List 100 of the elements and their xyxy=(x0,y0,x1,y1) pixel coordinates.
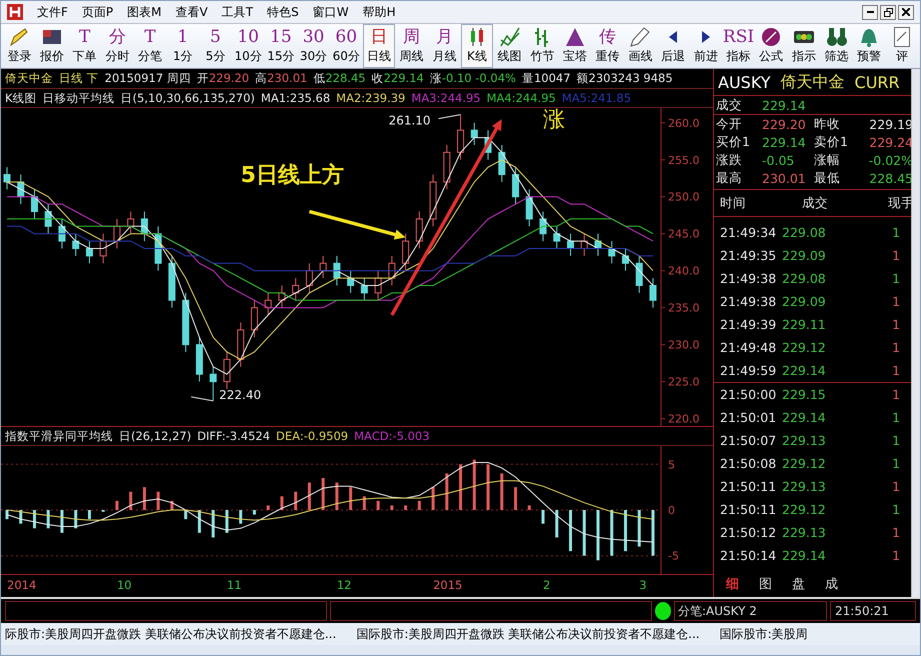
tick-price: 229.14 xyxy=(782,363,827,378)
candlestick xyxy=(154,226,162,272)
candlestick xyxy=(250,300,258,338)
tick-volume: 1 xyxy=(891,479,900,494)
indicator-params: 日(5,10,30,66,135,270) xyxy=(120,90,255,106)
axis-label: 0 xyxy=(668,504,675,517)
macd-bar xyxy=(212,510,215,538)
toolbar-button[interactable]: K线 xyxy=(460,24,494,68)
toolbar-button[interactable]: 周 周线 xyxy=(395,24,428,68)
tick-time: 21:50:07 xyxy=(720,433,778,448)
macd-bar xyxy=(418,500,421,510)
candlestick xyxy=(168,255,176,308)
panel-tab[interactable]: 细 xyxy=(724,575,742,593)
menu-item[interactable]: 帮助H xyxy=(362,4,396,20)
panel-tab[interactable]: 盘 xyxy=(790,575,808,593)
candlestick xyxy=(127,211,134,234)
quote-value: 230.01 xyxy=(762,170,807,186)
toolbar-button[interactable]: 报价 xyxy=(36,24,68,68)
axis-label: 235.0 xyxy=(668,302,700,315)
right-triangle-icon xyxy=(702,31,710,43)
macd-bar xyxy=(322,478,325,510)
macd-bar xyxy=(555,510,558,538)
instrument-name: 倚天中金 xyxy=(5,71,53,86)
macd-bar xyxy=(115,500,118,510)
tick-time: 21:49:34 xyxy=(720,225,778,240)
toolbar-button[interactable]: 评 xyxy=(886,24,918,68)
toolbar-button[interactable]: 指示 xyxy=(788,24,820,68)
panel-tab[interactable]: 图 xyxy=(757,575,774,593)
news-ticker-item[interactable]: 国际股市:美股周四开盘微跌 美联储公布决议前投资者不愿建仓... xyxy=(356,626,700,642)
toolbar-button[interactable]: 5 5分 xyxy=(199,24,232,68)
news-ticker-item[interactable]: 际股市:美股周四开盘微跌 美联储公布决议前投资者不愿建仓... xyxy=(5,626,336,642)
menu-item[interactable]: 页面P xyxy=(82,4,114,20)
macd-bar xyxy=(184,510,188,520)
tick-price: 229.11 xyxy=(782,317,827,332)
toolbar-button[interactable]: T 下单 xyxy=(68,24,102,68)
tick-price: 229.12 xyxy=(782,502,827,517)
toolbar-glyph-icon: 日 xyxy=(370,27,388,47)
minimize-icon xyxy=(866,11,874,13)
tick-price: 229.12 xyxy=(782,340,827,355)
toolbar-button[interactable]: 15 15分 xyxy=(264,24,298,68)
toolbar-glyph-icon: 月 xyxy=(436,27,453,47)
toolbar-button[interactable]: 预警 xyxy=(852,24,886,68)
menu-item[interactable]: 窗口W xyxy=(312,4,349,20)
toolbar-button[interactable]: T 分笔 xyxy=(134,24,166,68)
tick-time: 21:50:00 xyxy=(720,387,778,402)
toolbar-button[interactable]: 筛选 xyxy=(820,24,853,68)
menu-item[interactable]: 工具T xyxy=(222,4,254,20)
tick-time: 21:50:08 xyxy=(720,456,778,471)
toolbar-button[interactable]: 宝塔 xyxy=(558,24,592,68)
toolbar-button[interactable]: 1 1分 xyxy=(166,24,200,68)
quote-value: 229.14 xyxy=(762,98,807,112)
axis-label: 240.0 xyxy=(668,264,700,278)
news-ticker-item[interactable]: 国际股市:美股周 xyxy=(720,626,808,642)
candlestick xyxy=(457,114,464,160)
toolbar-button[interactable]: 公式 xyxy=(754,24,788,68)
candlestick xyxy=(594,233,602,256)
candlestick xyxy=(580,233,588,256)
toolbar-button[interactable]: 竹节 xyxy=(526,24,559,68)
close-button[interactable] xyxy=(898,4,914,20)
app-logo-icon xyxy=(7,4,23,20)
macd-bar xyxy=(280,496,284,510)
indicator-value: MA1:235.68 xyxy=(260,91,330,105)
tick-price: 229.14 xyxy=(782,548,827,563)
tick-price: 229.14 xyxy=(782,410,827,425)
tick-volume: 1 xyxy=(891,225,900,240)
tick-volume: 1 xyxy=(891,548,900,563)
toolbar-button[interactable]: RSI 指标 xyxy=(722,24,755,68)
toolbar-button[interactable]: 登录 xyxy=(3,24,36,68)
close-icon xyxy=(902,8,910,16)
toolbar-button[interactable]: 传 重传 xyxy=(591,24,624,68)
toolbar-glyph-icon: RSI xyxy=(722,27,754,47)
menu-item[interactable]: 特色S xyxy=(267,4,299,20)
toolbar-button[interactable]: 后退 xyxy=(656,24,690,68)
toolbar-button[interactable]: 30 30分 xyxy=(297,24,330,68)
toolbar-button[interactable]: 60 60分 xyxy=(330,24,363,68)
candlestick xyxy=(264,292,272,316)
macd-bar xyxy=(74,510,78,528)
indicator-name[interactable]: 指数平滑异同平均线 xyxy=(5,428,113,444)
candlestick xyxy=(58,218,66,249)
toolbar-button[interactable]: 画线 xyxy=(624,24,657,68)
menu-item[interactable]: 文件F xyxy=(37,4,68,20)
minimize-button[interactable] xyxy=(862,4,878,20)
toolbar-button[interactable]: 前进 xyxy=(689,24,722,68)
indicator-name[interactable]: 日移动平均线 xyxy=(42,90,115,106)
toolbar-button[interactable]: 10 10分 xyxy=(232,24,264,68)
menu-item[interactable]: 查看V xyxy=(176,4,208,20)
toolbar-button[interactable]: 分 分时 xyxy=(101,24,134,68)
toolbar-button[interactable]: 线图 xyxy=(493,24,526,68)
tick-volume: 1 xyxy=(891,294,900,309)
macd-bar xyxy=(239,510,242,524)
toolbar-button[interactable]: 日 日线 xyxy=(362,24,396,68)
axis-label: 5 xyxy=(668,458,675,472)
menu-item[interactable]: 图表M xyxy=(127,4,162,20)
column-header: 成交 xyxy=(802,194,830,212)
restore-button[interactable] xyxy=(880,4,896,20)
panel-tab[interactable]: 成 xyxy=(823,575,840,593)
scrollbar[interactable] xyxy=(911,69,920,597)
toolbar-button[interactable]: 月 月线 xyxy=(428,24,461,68)
quote-label: 卖价1 xyxy=(814,134,849,150)
macd-bar xyxy=(88,510,91,520)
